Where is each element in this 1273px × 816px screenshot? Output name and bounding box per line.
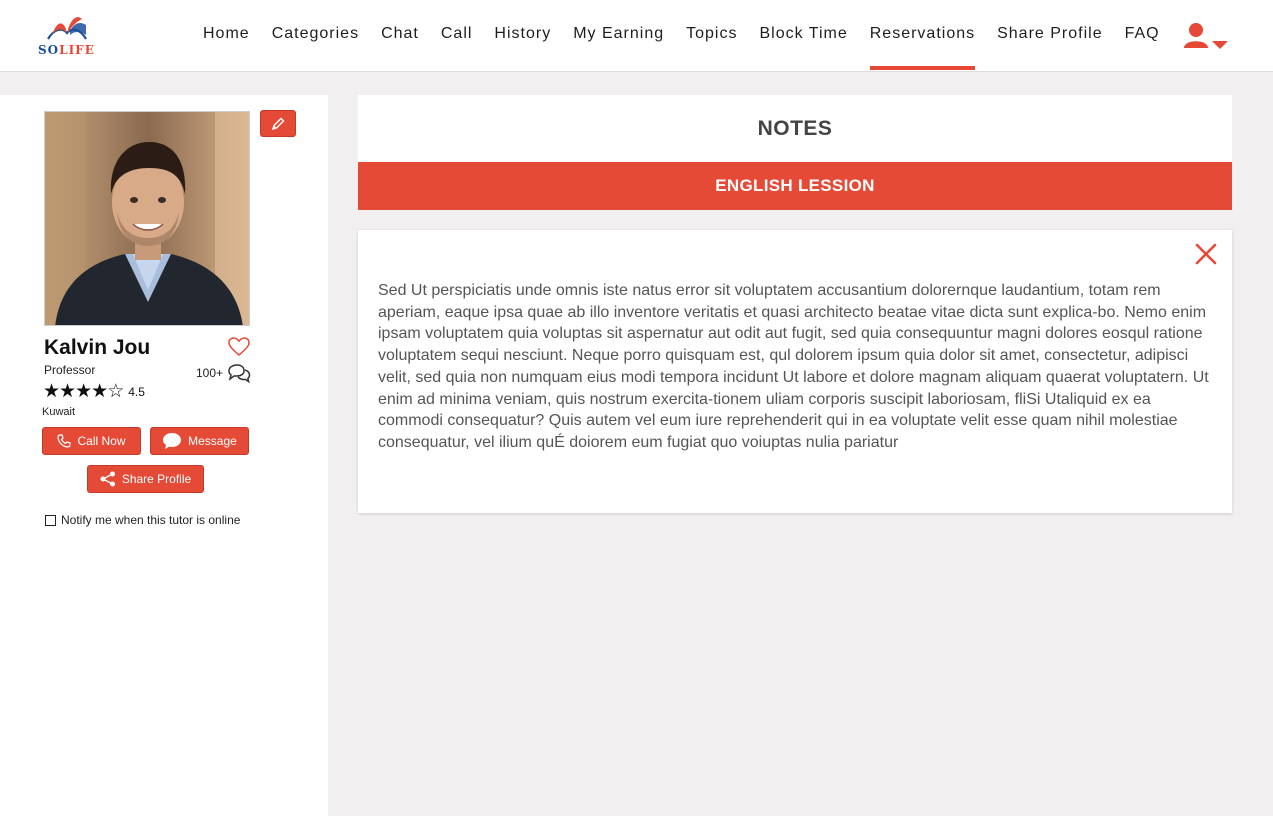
heart-icon[interactable] bbox=[228, 337, 250, 357]
nav-call[interactable]: Call bbox=[430, 0, 484, 72]
nav-share-profile[interactable]: Share Profile bbox=[986, 0, 1114, 72]
phone-icon bbox=[57, 434, 72, 448]
notify-online-checkbox[interactable] bbox=[45, 514, 56, 526]
open-book-logo-icon bbox=[47, 17, 87, 40]
comments-icon bbox=[228, 364, 251, 383]
star-filled-icon: ★ bbox=[59, 381, 76, 402]
notify-online-option[interactable]: Notify me when this tutor is online bbox=[45, 513, 240, 527]
tutor-title: Professor bbox=[44, 363, 96, 377]
nav-topics[interactable]: Topics bbox=[675, 0, 748, 72]
nav-faq[interactable]: FAQ bbox=[1114, 0, 1171, 72]
rating-value: 4.5 bbox=[128, 385, 145, 399]
message-button[interactable]: Message bbox=[150, 427, 249, 455]
share-profile-button[interactable]: Share Profile bbox=[87, 465, 204, 493]
solife-logo[interactable]: SOLIFE bbox=[36, 13, 100, 59]
call-now-button[interactable]: Call Now bbox=[42, 427, 141, 455]
star-empty-icon: ☆ bbox=[107, 381, 124, 402]
share-icon bbox=[100, 471, 115, 487]
edit-profile-button[interactable] bbox=[260, 110, 296, 137]
nav-categories[interactable]: Categories bbox=[261, 0, 370, 72]
star-filled-icon: ★ bbox=[75, 381, 92, 402]
caret-down-icon bbox=[1212, 41, 1228, 49]
note-body-text: Sed Ut perspiciatis unde omnis iste natu… bbox=[378, 282, 1209, 451]
call-now-label: Call Now bbox=[77, 434, 126, 448]
main-nav: Home Categories Chat Call History My Ear… bbox=[192, 0, 1171, 72]
nav-my-earning[interactable]: My Earning bbox=[562, 0, 675, 72]
close-icon[interactable] bbox=[1194, 242, 1218, 266]
nav-history[interactable]: History bbox=[483, 0, 562, 72]
nav-reservations[interactable]: Reservations bbox=[859, 0, 986, 72]
share-profile-label: Share Profile bbox=[121, 472, 192, 486]
review-count-label: 100+ bbox=[196, 366, 224, 380]
pencil-icon bbox=[271, 117, 285, 130]
star-rating: ★ ★ ★ ★ ☆ 4.5 bbox=[43, 382, 145, 402]
nav-chat[interactable]: Chat bbox=[370, 0, 430, 72]
speech-bubble-icon bbox=[163, 433, 182, 449]
tutor-portrait-image bbox=[45, 112, 249, 325]
user-icon bbox=[1184, 23, 1228, 49]
message-label: Message bbox=[188, 434, 237, 448]
logo-wordmark: SOLIFE bbox=[38, 43, 95, 57]
tutor-photo bbox=[44, 111, 250, 326]
star-filled-icon: ★ bbox=[43, 381, 60, 402]
top-navigation-bar: SOLIFE Home Categories Chat Call History… bbox=[0, 0, 1273, 72]
lesson-title-bar: ENGLISH LESSION bbox=[358, 162, 1232, 210]
nav-home[interactable]: Home bbox=[192, 0, 261, 72]
user-account-menu[interactable] bbox=[1183, 22, 1229, 52]
tutor-name: Kalvin Jou bbox=[44, 336, 151, 359]
tutor-country: Kuwait bbox=[42, 406, 76, 418]
tutor-profile-sidebar: Kalvin Jou Professor 100+ ★ ★ ★ ★ ☆ 4.5 … bbox=[0, 95, 328, 816]
notify-online-label: Notify me when this tutor is online bbox=[61, 513, 241, 527]
star-filled-icon: ★ bbox=[91, 381, 108, 402]
notes-heading: NOTES bbox=[358, 95, 1232, 162]
nav-block-time[interactable]: Block Time bbox=[748, 0, 858, 72]
note-card: Sed Ut perspiciatis unde omnis iste natu… bbox=[358, 230, 1232, 513]
review-count[interactable]: 100+ bbox=[196, 363, 251, 383]
